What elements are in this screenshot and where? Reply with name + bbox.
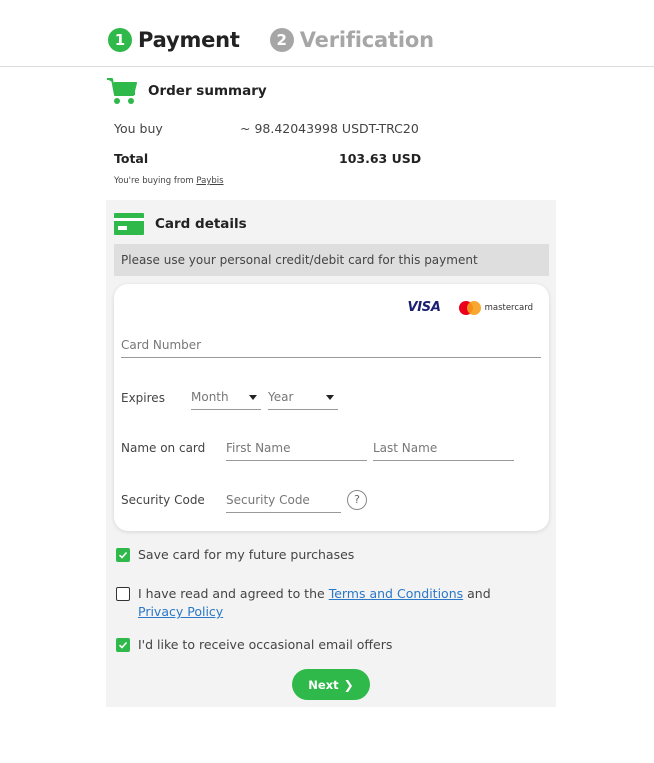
chevron-right-icon: ❯: [343, 677, 354, 692]
first-name-input[interactable]: First Name: [226, 441, 367, 461]
email-offers-option[interactable]: I'd like to receive occasional email off…: [116, 636, 392, 654]
security-code-label: Security Code: [121, 493, 205, 507]
card-form: VISA mastercard Card Number Expires Mont…: [114, 284, 549, 531]
save-card-option[interactable]: Save card for my future purchases: [116, 546, 354, 564]
card-number-input[interactable]: Card Number: [121, 338, 541, 358]
personal-card-notice: Please use your personal credit/debit ca…: [114, 244, 549, 276]
month-select[interactable]: Month: [191, 390, 261, 410]
email-offers-checkbox[interactable]: [116, 638, 130, 652]
paybis-link[interactable]: Paybis: [196, 176, 223, 186]
header-divider: [0, 66, 654, 67]
you-buy-label: You buy: [114, 121, 163, 136]
visa-logo: VISA: [407, 300, 441, 315]
buying-from-text: You're buying from: [114, 176, 194, 186]
credit-card-icon: [114, 213, 144, 235]
next-button-label: Next: [308, 677, 339, 692]
mastercard-logo: mastercard: [458, 300, 533, 315]
terms-and: and: [467, 586, 491, 601]
step-verification: 2 Verification: [269, 28, 434, 52]
help-icon[interactable]: ?: [347, 490, 367, 510]
step-number: 1: [108, 28, 132, 52]
email-offers-label: I'd like to receive occasional email off…: [138, 637, 393, 652]
cart-icon: [107, 78, 137, 104]
checkmark-icon: [118, 551, 128, 559]
terms-option[interactable]: I have read and agreed to the Terms and …: [116, 585, 531, 621]
expires-label: Expires: [121, 391, 165, 405]
month-select-value: Month: [191, 390, 229, 404]
terms-label: I have read and agreed to the Terms and …: [138, 585, 531, 621]
terms-link[interactable]: Terms and Conditions: [329, 586, 463, 601]
buying-from: You're buying from Paybis: [114, 176, 224, 186]
order-summary-title: Order summary: [148, 83, 267, 99]
caret-down-icon: [326, 395, 334, 400]
terms-prefix: I have read and agreed to the: [138, 586, 325, 601]
caret-down-icon: [249, 395, 257, 400]
order-summary-header: Order summary: [106, 76, 267, 106]
mastercard-icon: [458, 300, 481, 315]
step-number: 2: [269, 28, 294, 52]
you-buy-value: ~ 98.42043998 USDT-TRC20: [240, 121, 419, 136]
privacy-policy-link[interactable]: Privacy Policy: [138, 604, 223, 619]
step-payment: 1 Payment: [108, 28, 240, 52]
security-code-input[interactable]: Security Code: [226, 493, 341, 513]
save-card-label: Save card for my future purchases: [138, 547, 355, 562]
total-label: Total: [114, 151, 149, 166]
card-details-header: Card details: [114, 213, 247, 235]
year-select[interactable]: Year: [268, 390, 338, 410]
total-value: 103.63 USD: [339, 151, 422, 166]
card-details-title: Card details: [155, 216, 247, 232]
year-select-value: Year: [268, 390, 294, 404]
last-name-input[interactable]: Last Name: [373, 441, 514, 461]
name-on-card-label: Name on card: [121, 441, 206, 455]
card-details-panel: Card details Please use your personal cr…: [106, 200, 556, 707]
checkout-steps: 1 Payment 2 Verification: [108, 28, 464, 52]
terms-checkbox[interactable]: [116, 587, 130, 601]
card-brands: VISA mastercard: [407, 300, 533, 315]
checkmark-icon: [118, 641, 128, 649]
mastercard-wordmark: mastercard: [484, 302, 533, 313]
save-card-checkbox[interactable]: [116, 548, 130, 562]
step-label: Payment: [138, 28, 240, 52]
step-label: Verification: [299, 28, 434, 52]
next-button[interactable]: Next ❯: [292, 669, 370, 700]
